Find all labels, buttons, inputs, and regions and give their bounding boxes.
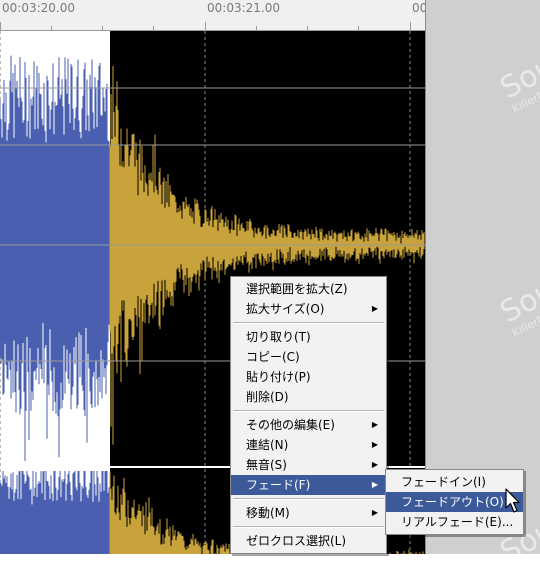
submenu-arrow-icon: ▶ <box>371 508 378 517</box>
menu-item-label: リアルフェード(E)... <box>401 515 514 529</box>
context-menu: 選択範囲を拡大(Z) 拡大サイズ(O) ▶ 切り取り(T) コピー(C) 貼り付け… <box>230 276 387 554</box>
submenu-arrow-icon: ▶ <box>371 420 378 429</box>
ruler-tick <box>102 26 103 30</box>
menu-item-zero-cross-select[interactable]: ゼロクロス選択(L) <box>231 531 386 551</box>
ruler-tick <box>358 26 359 30</box>
menu-item-label: コピー(C) <box>246 350 300 364</box>
menu-item-move[interactable]: 移動(M) ▶ <box>231 503 386 523</box>
menu-separator <box>233 322 384 324</box>
menu-item-delete[interactable]: 削除(D) <box>231 387 386 407</box>
ruler-tick <box>205 22 206 30</box>
menu-item-label: 拡大サイズ(O) <box>246 302 325 316</box>
menu-item-fade-out[interactable]: フェードアウト(O) <box>386 492 523 512</box>
ruler-label-3-21: 00:03:21.00 <box>207 1 280 15</box>
menu-item-label: 選択範囲を拡大(Z) <box>246 282 348 296</box>
menu-item-zoom-size[interactable]: 拡大サイズ(O) ▶ <box>231 299 386 319</box>
menu-item-expand-selection[interactable]: 選択範囲を拡大(Z) <box>231 279 386 299</box>
watermark: Sou KillerNoize. <box>495 273 540 340</box>
ruler-tick <box>0 22 1 30</box>
menu-item-label: フェードイン(I) <box>401 475 486 489</box>
ruler-tick <box>307 26 308 30</box>
menu-item-label: ゼロクロス選択(L) <box>246 534 347 548</box>
fade-submenu: フェードイン(I) フェードアウト(O) リアルフェード(E)... <box>385 469 524 535</box>
ruler-label-3-20: 00:03:20.00 <box>2 1 75 15</box>
menu-item-label: 連結(N) <box>246 438 289 452</box>
menu-item-cut[interactable]: 切り取り(T) <box>231 327 386 347</box>
menu-separator <box>233 526 384 528</box>
ruler-tick <box>51 26 52 30</box>
menu-item-label: 移動(M) <box>246 506 290 520</box>
menu-separator <box>233 410 384 412</box>
menu-item-label: 無音(S) <box>246 458 287 472</box>
menu-item-fade[interactable]: フェード(F) ▶ <box>231 475 386 495</box>
submenu-arrow-icon: ▶ <box>371 460 378 469</box>
ruler-tick <box>256 26 257 30</box>
mouse-pointer-icon <box>505 488 520 513</box>
submenu-arrow-icon: ▶ <box>371 440 378 449</box>
menu-item-label: 削除(D) <box>246 390 289 404</box>
menu-item-copy[interactable]: コピー(C) <box>231 347 386 367</box>
submenu-arrow-icon: ▶ <box>371 304 378 313</box>
menu-separator <box>233 498 384 500</box>
ruler-tick <box>153 26 154 30</box>
submenu-arrow-icon: ▶ <box>371 480 378 489</box>
menu-item-other-edit[interactable]: その他の編集(E) ▶ <box>231 415 386 435</box>
ruler-tick <box>410 22 411 30</box>
menu-item-label: その他の編集(E) <box>246 418 335 432</box>
menu-item-fade-in[interactable]: フェードイン(I) <box>386 472 523 492</box>
watermark: Sou KillerNoize. <box>495 49 540 116</box>
menu-item-silence[interactable]: 無音(S) ▶ <box>231 455 386 475</box>
menu-item-label: フェード(F) <box>246 478 311 492</box>
menu-item-label: 切り取り(T) <box>246 330 311 344</box>
menu-item-label: 貼り付け(P) <box>246 370 311 384</box>
menu-item-label: フェードアウト(O) <box>401 495 504 509</box>
menu-item-paste[interactable]: 貼り付け(P) <box>231 367 386 387</box>
timeline-ruler[interactable]: 00:03:20.00 00:03:21.00 00:03:22.00 <box>0 0 485 31</box>
menu-item-real-fade[interactable]: リアルフェード(E)... <box>386 512 523 532</box>
menu-item-join[interactable]: 連結(N) ▶ <box>231 435 386 455</box>
